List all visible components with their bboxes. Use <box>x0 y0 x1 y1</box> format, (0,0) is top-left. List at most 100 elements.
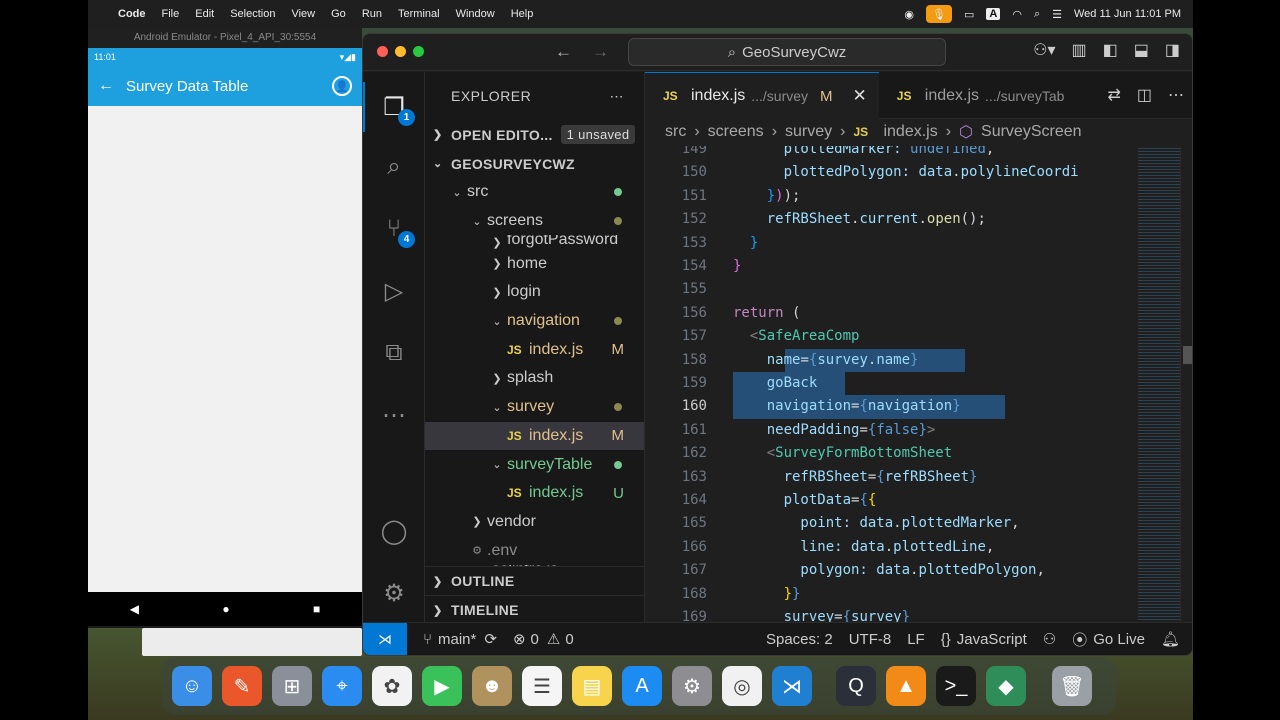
menu-go[interactable]: Go <box>331 8 346 20</box>
code-line[interactable]: } <box>733 255 741 278</box>
eol-setting[interactable]: LF <box>907 631 925 648</box>
photos-icon[interactable]: ✿ <box>372 666 412 706</box>
code-line[interactable]: refRBSheet.current.open(); <box>733 208 986 231</box>
indentation-setting[interactable]: Spaces: 2 <box>766 631 833 648</box>
extensions-icon[interactable]: ⧉ <box>377 336 411 370</box>
nav-home-icon[interactable]: ● <box>222 602 229 616</box>
code-line[interactable]: plotData={{ <box>733 489 877 512</box>
wifi-icon[interactable]: ◠ <box>1012 8 1022 21</box>
tree-item[interactable]: ❯ home <box>425 249 644 278</box>
manage-gear-icon[interactable]: ⚙ <box>377 576 411 610</box>
menu-terminal[interactable]: Terminal <box>398 8 440 20</box>
vscode-icon[interactable]: ⋊ <box>772 666 812 706</box>
control-center-icon[interactable]: ☰ <box>1052 8 1062 21</box>
branch-name[interactable]: main* <box>438 631 476 648</box>
timeline-section[interactable]: ❯ TIMELINE <box>425 595 644 624</box>
code-line[interactable]: goBack <box>733 372 818 395</box>
tab-survey-index[interactable]: JS index.js .../survey M ✕ <box>645 72 879 119</box>
quicktime-icon[interactable]: Q <box>836 666 876 706</box>
copilot-status-icon[interactable]: ⚇ <box>1043 630 1056 648</box>
explorer-icon[interactable]: ❐ 1 <box>377 90 415 126</box>
menu-file[interactable]: File <box>162 8 180 20</box>
tree-item[interactable]: ❯ vendor <box>425 508 644 537</box>
facetime-icon[interactable]: ▶ <box>422 666 462 706</box>
layout-icon[interactable]: ▥ <box>1072 40 1087 60</box>
menu-view[interactable]: View <box>291 8 315 20</box>
breadcrumb-item[interactable]: survey <box>785 123 832 141</box>
more-icon[interactable]: ⋯ <box>377 398 411 432</box>
notes-icon[interactable]: ▤ <box>572 666 612 706</box>
code-line[interactable]: polygon: data.plottedPolygon, <box>733 559 1044 582</box>
nav-forward-icon[interactable]: → <box>592 42 609 62</box>
code-line[interactable]: }} <box>733 583 801 606</box>
notifications-bell-icon[interactable]: 🔔︎ <box>1161 630 1180 648</box>
nav-back-icon[interactable]: ◀ <box>130 602 139 616</box>
vlc-icon[interactable]: ▲ <box>886 666 926 706</box>
tree-item[interactable]: ⌄ navigation <box>425 307 644 336</box>
breadcrumb-item[interactable]: src <box>665 123 686 141</box>
compare-changes-icon[interactable]: ⇄ <box>1107 85 1120 105</box>
close-tab-icon[interactable]: ✕ <box>853 86 867 106</box>
contacts-icon[interactable]: ☻ <box>472 666 512 706</box>
toggle-secondary-sidebar-icon[interactable]: ◨ <box>1165 40 1180 60</box>
android-studio-icon[interactable]: ◆ <box>986 666 1026 706</box>
clock[interactable]: Wed 11 Jun 11:01 PM <box>1074 8 1181 20</box>
tab-surveytable-index[interactable]: JS index.js .../surveyTab <box>879 72 1077 119</box>
menu-edit[interactable]: Edit <box>195 8 214 20</box>
remote-icon[interactable]: ⋊ <box>363 622 407 655</box>
minimap[interactable] <box>1138 146 1182 624</box>
tree-item[interactable]: JS index.js M <box>425 335 644 364</box>
tree-item[interactable]: ⌄ surveyTable <box>425 450 644 479</box>
tree-item[interactable]: ❯ login <box>425 278 644 307</box>
account-icon[interactable]: ◯ <box>377 514 411 548</box>
launchpad-icon[interactable]: ⊞ <box>272 666 312 706</box>
split-editor-icon[interactable]: ◫ <box>1137 85 1152 105</box>
editor-scrollbar[interactable] <box>1180 146 1192 624</box>
nav-recents-icon[interactable]: ■ <box>313 602 320 616</box>
battery-icon[interactable]: ▭ <box>964 8 974 21</box>
breadcrumb-item[interactable]: index.js <box>883 123 937 141</box>
nav-back-icon[interactable]: ← <box>555 42 572 62</box>
code-line[interactable]: navigation={navigation} <box>733 395 961 418</box>
menu-app-name[interactable]: Code <box>118 8 146 20</box>
sync-icon[interactable]: ⟳ <box>484 630 497 648</box>
microphone-icon[interactable]: 🎙 <box>925 5 952 23</box>
finder-icon[interactable]: ☺ <box>172 666 212 706</box>
code-line[interactable]: needPadding={false}> <box>733 419 936 442</box>
more-actions-icon[interactable]: ⋯ <box>1168 85 1184 105</box>
code-line[interactable]: plottedMarker: undefined, <box>733 146 995 161</box>
spotlight-icon[interactable]: ⌕ <box>1034 8 1040 21</box>
back-arrow-icon[interactable]: ← <box>98 77 114 95</box>
go-live-button[interactable]: Go Live <box>1093 631 1145 648</box>
error-count[interactable]: 0 <box>531 631 539 648</box>
tree-item[interactable]: ❯ forgotPassword <box>425 235 644 249</box>
menu-window[interactable]: Window <box>456 8 495 20</box>
minimize-window-icon[interactable] <box>395 46 406 57</box>
toggle-panel-icon[interactable]: ⬓ <box>1134 40 1149 60</box>
menu-selection[interactable]: Selection <box>230 8 275 20</box>
user-icon[interactable]: 👤 <box>332 76 352 96</box>
input-source-icon[interactable]: A <box>986 8 1001 20</box>
copilot-icon[interactable]: ⚇▾ <box>1033 40 1055 60</box>
language-mode[interactable]: JavaScript <box>957 631 1027 648</box>
tree-item[interactable]: ⌄ screens <box>425 207 644 236</box>
encoding-setting[interactable]: UTF-8 <box>849 631 892 648</box>
breadcrumb-item[interactable]: SurveyScreen <box>981 123 1082 141</box>
code-line[interactable]: line: data.plottedLine, <box>733 536 994 559</box>
reminders-icon[interactable]: ☰ <box>522 666 562 706</box>
code-line[interactable]: } <box>733 232 758 255</box>
code-line[interactable]: })); <box>733 185 801 208</box>
tree-item[interactable]: ⌄ survey <box>425 393 644 422</box>
run-debug-icon[interactable]: ▷ <box>377 274 411 308</box>
more-actions-icon[interactable]: ⋯ <box>610 88 625 105</box>
settings-icon[interactable]: ⚙ <box>672 666 712 706</box>
chrome-icon[interactable]: ◎ <box>722 666 762 706</box>
command-center[interactable]: ⌕ GeoSurveyCwz <box>628 38 946 66</box>
record-icon[interactable]: ◉ <box>904 8 914 21</box>
tree-item[interactable]: ⌄ src <box>425 178 644 207</box>
code-line[interactable]: plottedPolygon: data.polylineCoordi <box>733 161 1079 184</box>
code-line[interactable]: refRBSheet={refRBSheet} <box>733 466 978 489</box>
menu-help[interactable]: Help <box>511 8 534 20</box>
toggle-sidebar-icon[interactable]: ◧ <box>1103 40 1118 60</box>
tree-item[interactable]: ❯ splash <box>425 364 644 393</box>
